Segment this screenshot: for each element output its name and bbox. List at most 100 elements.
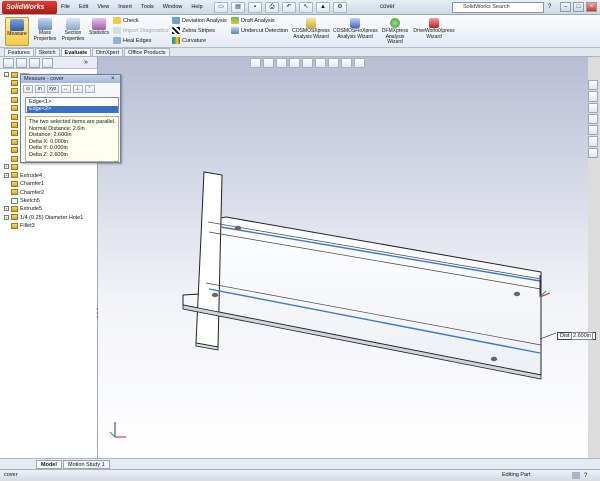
selection-edge-1[interactable]: Edge<1>: [27, 99, 118, 106]
zoom-to-fit-icon[interactable]: [250, 58, 261, 68]
expander-icon[interactable]: +: [4, 164, 9, 170]
tree-item[interactable]: [4, 147, 20, 155]
tab-dimxpert[interactable]: DimXpert: [92, 48, 124, 56]
tree-item[interactable]: +1/4 (0.25) Diameter Hole1: [4, 214, 83, 222]
rebuild-status-icon[interactable]: [572, 472, 580, 479]
minimize-icon[interactable]: –: [560, 2, 571, 12]
expander-icon[interactable]: +: [4, 172, 9, 178]
part-main-plate[interactable]: [182, 216, 542, 376]
close-icon[interactable]: ×: [586, 2, 597, 12]
menu-window[interactable]: Window: [162, 2, 184, 13]
tree-item[interactable]: Fillet3: [4, 222, 35, 230]
pane-splitter-handle[interactable]: [95, 307, 100, 319]
solidworks-logo[interactable]: SolidWorks: [2, 1, 57, 14]
expander-icon[interactable]: +: [4, 206, 9, 212]
tree-item[interactable]: [4, 79, 20, 87]
view-orientation-icon[interactable]: [302, 58, 313, 68]
tab-office-products[interactable]: Office Products: [124, 48, 170, 56]
curvature-button[interactable]: Curvature: [172, 36, 206, 46]
graphics-area[interactable]: [98, 57, 588, 458]
tree-item[interactable]: [4, 155, 20, 163]
hole-4[interactable]: [490, 356, 498, 362]
configuration-manager-tab-icon[interactable]: [29, 58, 40, 68]
solidworks-resources-icon[interactable]: [588, 80, 598, 91]
edit-appearance-icon[interactable]: [341, 58, 352, 68]
file-explorer-icon[interactable]: [588, 102, 598, 113]
expander-icon[interactable]: +: [4, 214, 9, 220]
undercut-detection-button[interactable]: Undercut Detection: [231, 26, 288, 36]
tree-item[interactable]: + Extrude5: [4, 205, 42, 213]
tree-item[interactable]: [4, 113, 20, 121]
menu-help[interactable]: Help: [190, 2, 203, 13]
tree-item[interactable]: [4, 130, 20, 138]
save-icon[interactable]: ▪: [248, 2, 262, 13]
tree-item[interactable]: [4, 88, 20, 96]
menu-tools[interactable]: Tools: [140, 2, 155, 13]
deviation-analysis-button[interactable]: Deviation Analysis: [172, 16, 227, 26]
import-diagnostics-button[interactable]: Import Diagnostics: [113, 26, 169, 36]
tab-evaluate[interactable]: Evaluate: [60, 48, 92, 56]
tab-features[interactable]: Features: [4, 48, 34, 56]
menu-view[interactable]: View: [96, 2, 110, 13]
hole-1[interactable]: [234, 225, 242, 231]
collapse-icon[interactable]: ⌃: [84, 85, 95, 93]
apply-scene-icon[interactable]: [354, 58, 365, 68]
point-to-point-icon[interactable]: ↔: [60, 85, 71, 93]
hole-2[interactable]: [513, 291, 521, 297]
measure-button[interactable]: Measure: [5, 17, 29, 46]
dfmxpress-button[interactable]: DFMXpress Analysis Wizard: [380, 17, 410, 46]
property-manager-tab-icon[interactable]: [16, 58, 27, 68]
select-arrow-icon[interactable]: ↖: [299, 2, 313, 13]
tab-sketch[interactable]: Sketch: [34, 48, 60, 56]
section-view-icon[interactable]: [289, 58, 300, 68]
maximize-icon[interactable]: □: [573, 2, 584, 12]
tree-item[interactable]: + Extrude4: [4, 172, 42, 180]
custom-properties-icon[interactable]: [588, 147, 598, 158]
show-xyz-button[interactable]: xyz: [47, 85, 59, 93]
search-results-icon[interactable]: [588, 113, 598, 125]
appearances-icon[interactable]: [588, 136, 598, 147]
cosmosxpress-button[interactable]: COSMOSXpress Analysis Wizard: [292, 17, 330, 46]
units-precision-button[interactable]: in: [35, 85, 45, 93]
part-flange[interactable]: [195, 171, 223, 348]
view-palette-icon[interactable]: [588, 125, 598, 136]
display-style-icon[interactable]: [315, 58, 326, 68]
open-folder-icon[interactable]: ▤: [231, 2, 245, 13]
check-button[interactable]: Check: [113, 16, 139, 26]
section-properties-button[interactable]: Section Properties: [60, 17, 86, 46]
heal-edges-button[interactable]: Heal Edges: [113, 36, 151, 46]
tree-item[interactable]: [4, 121, 20, 129]
zoom-to-area-icon[interactable]: [263, 58, 274, 68]
new-document-icon[interactable]: ▭: [214, 2, 228, 13]
dimxpert-manager-tab-icon[interactable]: [42, 58, 53, 68]
tree-item[interactable]: [4, 138, 20, 146]
design-library-icon[interactable]: [588, 91, 598, 102]
tree-item[interactable]: [4, 96, 20, 104]
expand-arrows-icon[interactable]: »: [84, 58, 95, 68]
menu-file[interactable]: File: [60, 2, 71, 13]
tab-model[interactable]: Model: [36, 460, 62, 469]
undo-icon[interactable]: ↶: [282, 2, 296, 13]
cosmosfloxpress-button[interactable]: COSMOSFloXpress Analysis Wizard: [333, 17, 378, 46]
menu-insert[interactable]: Insert: [117, 2, 133, 13]
print-icon[interactable]: ⎙: [265, 2, 279, 13]
measure-dialog-title[interactable]: Measure - cover: [21, 75, 120, 83]
selection-edge-2[interactable]: Edge<2>: [27, 106, 118, 113]
tree-item[interactable]: Chamfer2: [4, 189, 44, 197]
help-question-icon[interactable]: ?: [548, 3, 551, 12]
tree-item[interactable]: [4, 105, 20, 113]
search-input[interactable]: SolidWorks Search: [452, 2, 544, 13]
selection-list[interactable]: Edge<1> Edge<2>: [25, 97, 119, 113]
zebra-stripes-button[interactable]: Zebra Stripes: [172, 26, 215, 36]
driveworksxpress-button[interactable]: DriveWorksXpress Wizard: [412, 17, 456, 46]
arc-circle-measurement-icon[interactable]: ⊙: [23, 85, 33, 93]
tab-motion-study-1[interactable]: Motion Study 1: [63, 460, 110, 469]
close-icon[interactable]: ×: [111, 75, 115, 83]
hole-3[interactable]: [211, 292, 219, 298]
tree-item[interactable]: Sketch5: [4, 197, 40, 205]
expander-icon[interactable]: -: [4, 72, 9, 78]
statistics-button[interactable]: Statistics: [88, 17, 110, 46]
projection-icon[interactable]: ⊥: [72, 85, 83, 93]
options-icon[interactable]: ⚙: [333, 2, 347, 13]
hide-show-items-icon[interactable]: [328, 58, 339, 68]
